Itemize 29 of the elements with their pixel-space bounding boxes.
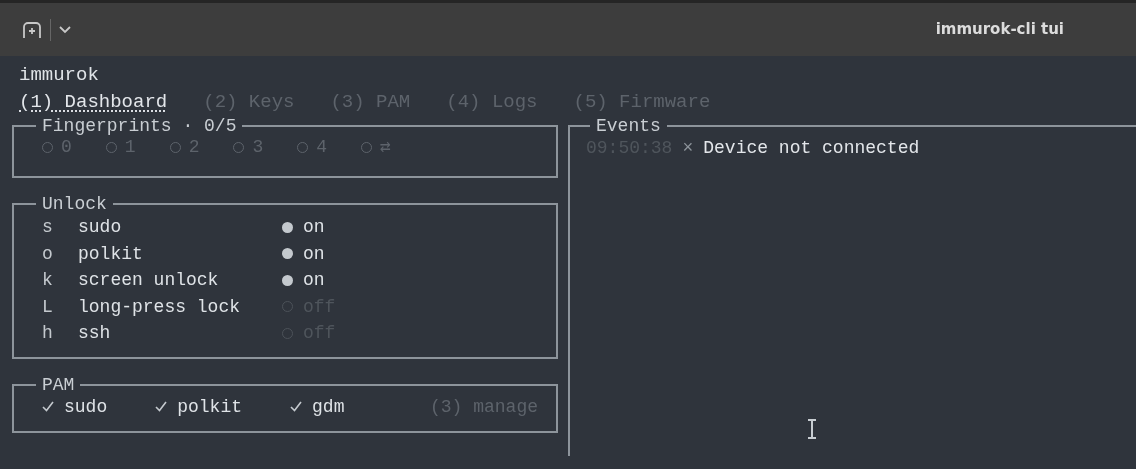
text-cursor-icon (806, 418, 818, 440)
unlock-option[interactable]: ssh (78, 320, 282, 347)
unlock-option[interactable]: polkit (78, 240, 282, 267)
toggle-state: on (303, 269, 325, 292)
shortcut-key: h (42, 320, 78, 347)
unlock-option[interactable]: long-press lock (78, 293, 282, 320)
shortcut-key: k (42, 267, 78, 294)
chevron-down-icon[interactable] (59, 25, 71, 34)
window-title: immurok-cli tui (935, 19, 1064, 41)
shortcut-key: s (42, 214, 78, 241)
pam-service: sudo (64, 395, 108, 419)
error-icon: × (682, 136, 694, 160)
panel-title: Events (595, 116, 662, 136)
panel-title: PAM (41, 374, 76, 395)
new-tab-icon[interactable] (22, 20, 42, 39)
panel-title: Unlock (41, 194, 108, 214)
unlock-option[interactable]: sudo (78, 214, 282, 241)
event-message: Device not connected (703, 137, 920, 160)
shortcut-key: L (42, 293, 78, 320)
slot-label: ⇄ (380, 136, 391, 158)
app-name: immurok (19, 63, 99, 88)
panel-title: Fingerprints · 0/5 (41, 116, 238, 136)
tab[interactable]: (1) Dashboard (19, 89, 168, 116)
unlock-option[interactable]: screen unlock (78, 267, 282, 294)
toggle-state: on (303, 242, 325, 266)
shortcut-key: o (42, 240, 78, 267)
pam-service: polkit (177, 395, 243, 419)
pam-service: gdm (312, 395, 345, 419)
toggle-state: on (303, 216, 325, 239)
